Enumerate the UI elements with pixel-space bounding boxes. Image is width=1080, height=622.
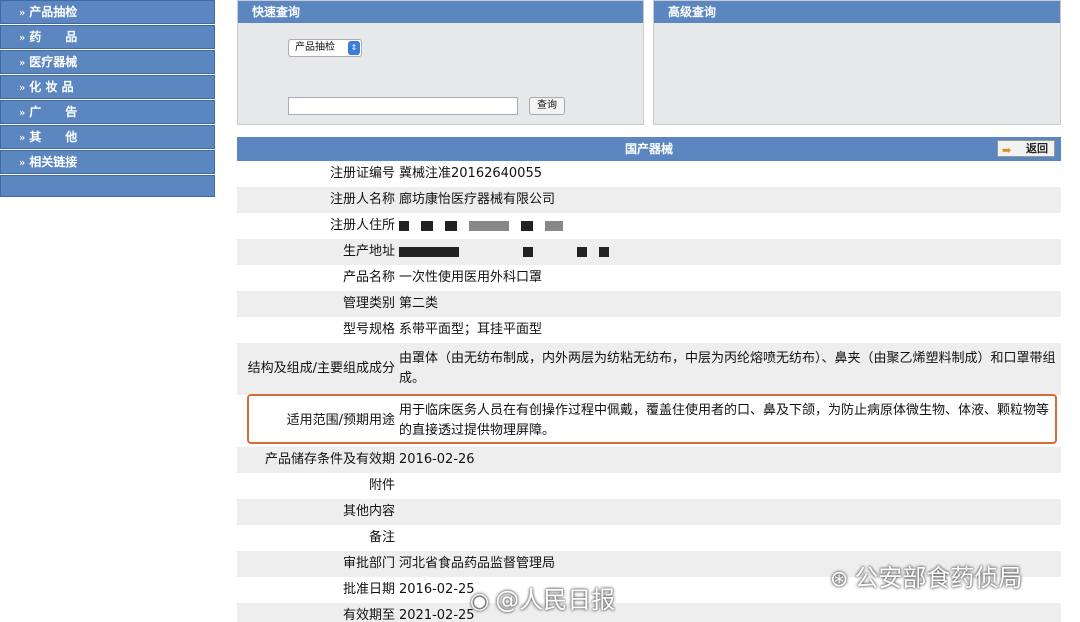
sidebar-item-label: 相关链接 [29, 155, 78, 169]
table-row: 结构及组成/主要组成成分 由罩体（由无纺布制成，内外两层为纺粘无纺布，中层为丙纶熔… [237, 343, 1061, 395]
table-row: 附件 [237, 473, 1061, 499]
watermark-primary: ⊛ 公安部食药侦局 [830, 558, 1022, 593]
redaction-block [521, 220, 533, 231]
double-chevron-icon: » [19, 133, 26, 144]
sidebar-item-related-links[interactable]: » 相关链接 [0, 150, 215, 174]
field-label: 其他内容 [342, 504, 395, 519]
sidebar-item-cosmetics[interactable]: » 化 妆 品 [0, 75, 215, 99]
table-row: 产品名称 一次性使用医用外科口罩 [237, 265, 1061, 291]
sidebar-item-label: 医疗器械 [29, 55, 78, 69]
field-value: 2016-02-26 [399, 452, 475, 467]
search-input[interactable] [288, 97, 518, 115]
field-value: 系带平面型；耳挂平面型 [399, 322, 543, 337]
table-row: 备注 [237, 525, 1061, 551]
sidebar-item-ads[interactable]: » 广 告 [0, 100, 215, 124]
sidebar-item-label: 药 品 [29, 30, 78, 44]
quick-search-panel: 快速查询 产品抽检 ⇕ 查询 [237, 0, 644, 125]
quick-search-title: 快速查询 [238, 1, 643, 23]
sidebar-item-label: 其 他 [29, 130, 78, 144]
table-row: 其他内容 [237, 499, 1061, 525]
detail-title: 国产器械 [624, 142, 673, 156]
field-value: 第二类 [399, 296, 439, 311]
field-value [399, 536, 1061, 540]
category-select[interactable]: 产品抽检 ⇕ [288, 39, 362, 57]
field-value-redacted [399, 240, 1061, 264]
redaction-block [577, 246, 587, 257]
weibo-icon: ◉ [470, 589, 490, 614]
field-label: 注册人住所 [329, 218, 395, 233]
field-value: 由罩体（由无纺布制成，内外两层为纺粘无纺布，中层为丙纶熔喷无纺布）、鼻夹（由聚乙… [399, 351, 1056, 386]
double-chevron-icon: » [19, 58, 26, 69]
back-button-label: 返回 [1026, 142, 1048, 155]
advanced-search-panel: 高级查询 [653, 0, 1061, 125]
detail-rows: 注册证编号 冀械注准20162640055 注册人名称 廊坊康怡医疗器械有限公司 注… [237, 161, 1061, 622]
field-label: 产品储存条件及有效期 [264, 452, 395, 467]
sidebar-nav: » 产品抽检 » 药 品 » 医疗器械 » 化 妆 品 » 广 告 » 其 他 » 相关链接 [0, 0, 215, 197]
redaction-block [399, 246, 459, 257]
search-button[interactable]: 查询 [529, 97, 565, 115]
field-label: 备注 [368, 530, 395, 545]
sidebar-item-label: 产品抽检 [29, 5, 78, 19]
redaction-gap [545, 247, 565, 257]
field-label: 生产地址 [342, 244, 395, 259]
device-detail-panel: 国产器械 ➡ 返回 注册证编号 冀械注准20162640055 注册人名称 廊坊康怡… [237, 137, 1061, 622]
sidebar-item-other[interactable]: » 其 他 [0, 125, 215, 149]
category-select-value: 产品抽检 [295, 42, 335, 53]
field-value: 一次性使用医用外科口罩 [399, 270, 543, 285]
redaction-block [445, 220, 457, 231]
double-chevron-icon: » [19, 83, 26, 94]
double-chevron-icon: » [19, 108, 26, 119]
sidebar-item-drugs[interactable]: » 药 品 [0, 25, 215, 49]
table-row: 注册人名称 廊坊康怡医疗器械有限公司 [237, 187, 1061, 213]
field-label: 审批部门 [342, 556, 395, 571]
highlight-annotation-box [247, 394, 1057, 444]
select-arrows-icon: ⇕ [348, 41, 360, 55]
table-row: 生产地址 [237, 239, 1061, 265]
wechat-icon: ⊛ [830, 567, 849, 592]
field-label: 管理类别 [342, 296, 395, 311]
table-row: 有效期至 2021-02-25 [237, 603, 1061, 622]
table-row: 产品储存条件及有效期 2016-02-26 [237, 447, 1061, 473]
sidebar-item-product-inspection[interactable]: » 产品抽检 [0, 0, 215, 24]
redaction-block [545, 220, 563, 231]
redaction-block [399, 220, 409, 231]
sidebar-footer [0, 175, 215, 197]
field-value [399, 484, 1061, 488]
double-chevron-icon: » [19, 158, 26, 169]
table-row: 管理类别 第二类 [237, 291, 1061, 317]
advanced-search-title[interactable]: 高级查询 [654, 1, 1060, 23]
field-value: 廊坊康怡医疗器械有限公司 [399, 192, 556, 207]
watermark-secondary: ◉ @人民日报 [470, 580, 615, 615]
watermark-primary-text: 公安部食药侦局 [854, 564, 1023, 592]
redaction-gap [471, 247, 511, 257]
detail-header: 国产器械 ➡ 返回 [237, 137, 1061, 161]
table-row: 注册人住所 [237, 213, 1061, 239]
sidebar-item-label: 广 告 [29, 105, 78, 119]
field-label: 注册人名称 [329, 192, 395, 207]
redaction-block [599, 246, 609, 257]
double-chevron-icon: » [19, 8, 26, 19]
field-label: 结构及组成/主要组成成分 [247, 361, 395, 376]
field-label: 产品名称 [342, 270, 395, 285]
field-label: 附件 [368, 478, 395, 493]
field-value [399, 510, 1061, 514]
field-value-redacted [399, 214, 1061, 238]
field-label: 型号规格 [342, 322, 395, 337]
field-label: 批准日期 [342, 582, 395, 597]
table-row: 注册证编号 冀械注准20162640055 [237, 161, 1061, 187]
sidebar-item-medical-devices[interactable]: » 医疗器械 [0, 50, 215, 74]
table-row: 型号规格 系带平面型；耳挂平面型 [237, 317, 1061, 343]
sidebar-item-label: 化 妆 品 [29, 80, 74, 94]
field-value: 冀械注准20162640055 [399, 166, 542, 181]
watermark-secondary-text: @人民日报 [495, 586, 616, 614]
field-label: 有效期至 [342, 608, 395, 622]
arrow-right-icon: ➡ [1002, 144, 1012, 157]
redaction-block [469, 220, 509, 231]
field-label: 注册证编号 [329, 166, 395, 181]
double-chevron-icon: » [19, 33, 26, 44]
redaction-block [523, 246, 533, 257]
redaction-block [421, 220, 433, 231]
back-button[interactable]: ➡ 返回 [997, 140, 1055, 157]
